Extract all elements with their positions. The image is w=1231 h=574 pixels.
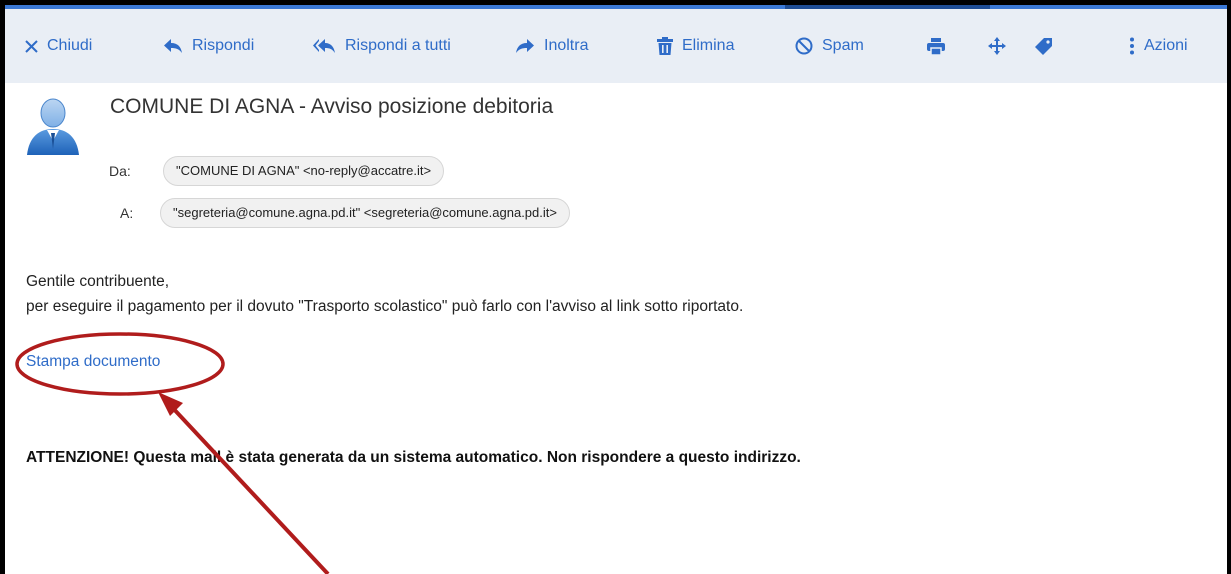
greeting-text: Gentile contribuente, [26,273,170,290]
actions-label: Azioni [1144,37,1188,54]
forward-label: Inoltra [544,37,589,54]
forward-icon [516,39,534,53]
to-label: A: [120,205,134,221]
close-icon [25,39,38,53]
delete-button[interactable]: Elimina [657,9,734,83]
spam-label: Spam [822,37,864,54]
body-paragraph: per eseguire il pagamento per il dovuto … [26,298,744,315]
email-subject: COMUNE DI AGNA - Avviso posizione debito… [110,95,554,118]
reply-button[interactable]: Rispondi [163,9,254,83]
delete-label: Elimina [682,37,735,54]
from-address-chip[interactable]: "COMUNE DI AGNA" <no-reply@accatre.it> [163,156,445,186]
more-vertical-icon [1130,37,1134,55]
spam-button[interactable]: Spam [795,9,864,83]
warning-text: ATTENZIONE! Questa mail è stata generata… [26,449,801,466]
message-toolbar: Chiudi Rispondi Rispondi a tutti Inoltra… [5,9,1227,83]
reply-all-icon [313,39,335,53]
move-arrows-icon [988,37,1006,55]
sender-avatar [19,91,87,159]
ban-icon [795,37,813,55]
reply-all-button[interactable]: Rispondi a tutti [312,9,451,83]
reply-label: Rispondi [192,37,255,54]
forward-button[interactable]: Inoltra [515,9,588,83]
to-address-chip[interactable]: "segreteria@comune.agna.pd.it" <segreter… [160,198,570,228]
print-icon [927,37,945,55]
reply-all-label: Rispondi a tutti [345,37,451,54]
reply-icon [164,39,182,53]
move-button[interactable] [988,9,1015,83]
message-view: COMUNE DI AGNA - Avviso posizione debito… [5,83,1227,574]
tag-icon [1035,37,1052,55]
close-label: Chiudi [47,37,93,54]
trash-icon [657,37,673,55]
print-button[interactable] [927,9,954,83]
print-document-link[interactable]: Stampa documento [26,353,160,371]
close-button[interactable]: Chiudi [25,9,92,83]
tag-button[interactable] [1035,9,1061,83]
actions-menu-button[interactable]: Azioni [1129,9,1188,83]
from-label: Da: [109,163,131,179]
